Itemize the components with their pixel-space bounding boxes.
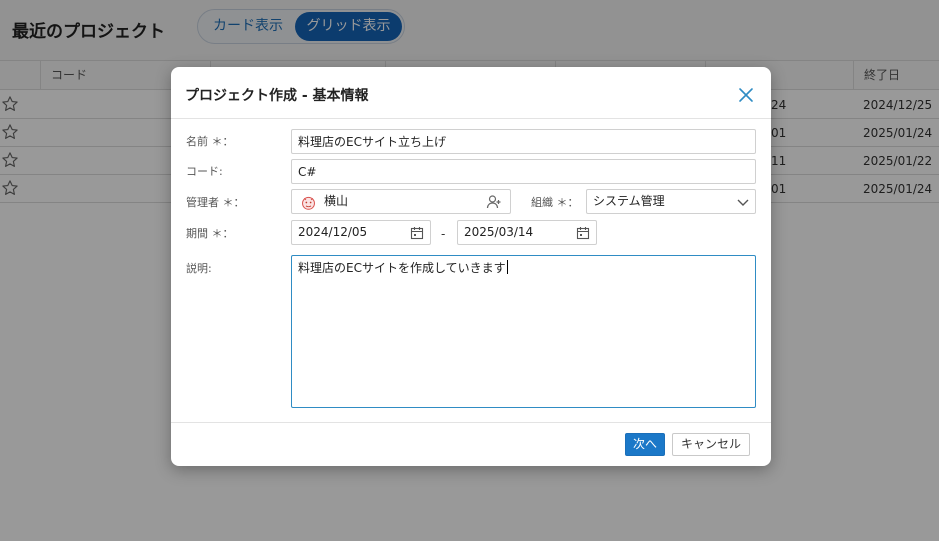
end-date-picker[interactable]: 2025/03/14 <box>457 220 597 245</box>
user-add-icon[interactable] <box>486 194 502 210</box>
project-create-dialog: プロジェクト作成 - 基本情報 名前 ＊： コード: 管理者 ＊： 横山 組織 … <box>171 67 771 466</box>
avatar <box>302 196 315 210</box>
manager-name: 横山 <box>324 194 349 208</box>
start-date-value: 2024/12/05 <box>298 225 368 239</box>
period-label: 期間 ＊： <box>186 227 234 240</box>
description-label: 説明: <box>186 262 212 275</box>
manager-label: 管理者 ＊： <box>186 196 245 209</box>
code-input[interactable] <box>298 160 755 183</box>
description-text: 料理店のECサイトを作成していきます <box>298 261 506 275</box>
organization-label: 組織 ＊： <box>531 196 579 209</box>
dialog-footer-divider <box>171 422 771 423</box>
code-field[interactable] <box>291 159 756 184</box>
description-textarea[interactable]: 料理店のECサイトを作成していきます <box>291 255 756 408</box>
text-caret <box>506 260 508 274</box>
chevron-down-icon <box>737 199 749 206</box>
end-date-value: 2025/03/14 <box>464 225 534 239</box>
name-input[interactable] <box>298 130 755 153</box>
organization-select[interactable]: システム管理 <box>586 189 756 214</box>
next-button[interactable]: 次へ <box>625 433 665 456</box>
start-date-picker[interactable]: 2024/12/05 <box>291 220 431 245</box>
date-range-separator: - <box>441 227 446 241</box>
cancel-button[interactable]: キャンセル <box>672 433 750 456</box>
dialog-header: プロジェクト作成 - 基本情報 <box>171 67 771 119</box>
name-label: 名前 ＊： <box>186 135 234 148</box>
calendar-icon[interactable] <box>576 226 590 240</box>
code-label: コード: <box>186 165 223 178</box>
calendar-icon[interactable] <box>410 226 424 240</box>
manager-field[interactable]: 横山 <box>291 189 511 214</box>
close-icon[interactable] <box>737 86 755 104</box>
organization-value: システム管理 <box>593 194 665 208</box>
name-field[interactable] <box>291 129 756 154</box>
dialog-title: プロジェクト作成 - 基本情報 <box>185 88 369 104</box>
